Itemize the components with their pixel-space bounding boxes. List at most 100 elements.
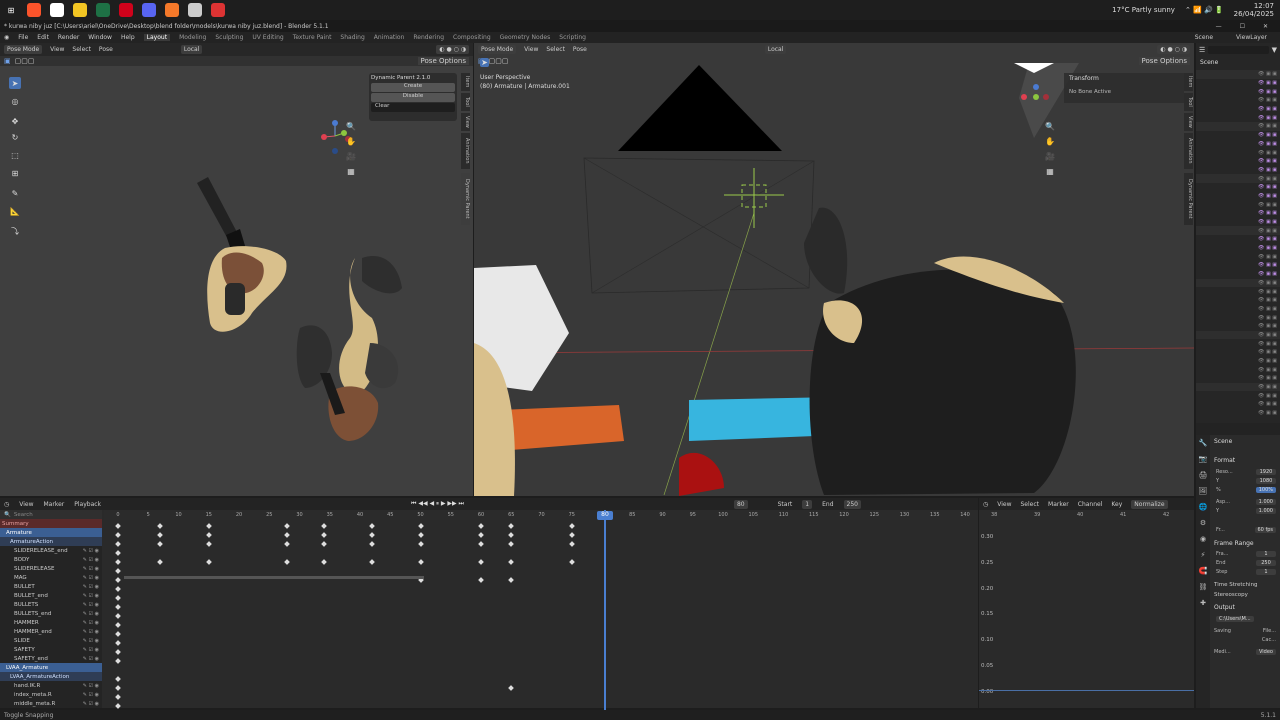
graph-ruler[interactable]: 38 39 40 41 42 <box>979 510 1194 520</box>
right-select-tool-icon[interactable]: ➤ <box>480 58 489 67</box>
channel-row[interactable]: BULLET ✎ ☑ ◉ <box>0 582 102 591</box>
channel-row[interactable]: BODY ✎ ☑ ◉ <box>0 555 102 564</box>
outliner-row[interactable]: 👁 ▣ ▣ <box>1196 226 1280 236</box>
keyframe[interactable] <box>417 559 424 565</box>
channel-row[interactable]: MAG ✎ ☑ ◉ <box>0 573 102 582</box>
outliner-row[interactable]: 👁 ▣ ▣ <box>1196 330 1280 340</box>
right-perspective-grid-icon[interactable]: ▦ <box>1044 165 1056 177</box>
media-select[interactable]: Video <box>1255 648 1276 655</box>
channel-toggle-icons[interactable]: ✎ ☑ ◉ <box>83 593 102 599</box>
keyframe[interactable] <box>115 595 121 601</box>
right-menu-pose[interactable]: Pose <box>573 46 587 53</box>
visibility-icons[interactable]: 👁 ▣ ▣ <box>1258 193 1277 199</box>
keyframe-area[interactable] <box>104 520 978 709</box>
outliner-row[interactable]: 👁 ▣ ▣ <box>1196 382 1280 392</box>
channel-toggle-icons[interactable]: ✎ ☑ ◉ <box>83 548 102 554</box>
workspace-tab-texture-paint[interactable]: Texture Paint <box>293 34 332 41</box>
channel-row[interactable]: SLIDE ✎ ☑ ◉ <box>0 636 102 645</box>
keyframe[interactable] <box>157 559 164 565</box>
visibility-icons[interactable]: 👁 ▣ ▣ <box>1258 132 1277 138</box>
menu-edit[interactable]: Edit <box>37 34 49 41</box>
menu-window[interactable]: Window <box>88 34 112 41</box>
keyframe[interactable] <box>320 559 327 565</box>
visibility-icons[interactable]: 👁 ▣ ▣ <box>1258 341 1277 347</box>
visibility-icons[interactable]: 👁 ▣ ▣ <box>1258 289 1277 295</box>
outliner-row[interactable]: 👁 ▣ ▣ <box>1196 374 1280 383</box>
brave-icon[interactable] <box>27 3 41 17</box>
visibility-icons[interactable]: 👁 ▣ ▣ <box>1258 375 1277 381</box>
close-icon[interactable]: ✕ <box>1263 23 1268 30</box>
keyframe[interactable] <box>205 541 212 547</box>
keyframe[interactable] <box>115 694 121 700</box>
channel-toggle-icons[interactable]: ✎ ☑ ◉ <box>83 629 102 635</box>
keyframe[interactable] <box>157 523 164 529</box>
maximize-icon[interactable]: ☐ <box>1240 23 1245 30</box>
workspace-tab-rendering[interactable]: Rendering <box>413 34 444 41</box>
keyframe[interactable] <box>115 622 121 628</box>
playhead[interactable] <box>604 510 606 710</box>
visibility-icons[interactable]: 👁 ▣ ▣ <box>1258 410 1277 416</box>
outliner-row[interactable]: 👁 ▣ ▣ <box>1196 357 1280 366</box>
visibility-icons[interactable]: 👁 ▣ ▣ <box>1258 401 1277 407</box>
visibility-icons[interactable]: 👁 ▣ ▣ <box>1258 97 1277 103</box>
keyframe[interactable] <box>568 559 575 565</box>
right-mode-select[interactable]: Pose Mode <box>478 45 517 54</box>
keyframe[interactable] <box>508 559 515 565</box>
keyframe[interactable] <box>205 523 212 529</box>
keyframe[interactable] <box>115 559 121 565</box>
keyframe[interactable] <box>115 631 121 637</box>
keyframe[interactable] <box>369 523 375 529</box>
workspace-tab-scripting[interactable]: Scripting <box>559 34 586 41</box>
visibility-icons[interactable]: 👁 ▣ ▣ <box>1258 167 1277 173</box>
visibility-icons[interactable]: 👁 ▣ ▣ <box>1258 89 1277 95</box>
right-zoom-icon[interactable]: 🔍 <box>1044 120 1056 132</box>
channel-row[interactable]: LVAA_Armature <box>0 663 102 672</box>
keyframe[interactable] <box>478 523 484 529</box>
outliner-row[interactable]: 👁 ▣ ▣ <box>1196 192 1280 201</box>
right-nav-gizmo[interactable] <box>1014 83 1054 113</box>
visibility-icons[interactable]: 👁 ▣ ▣ <box>1258 236 1277 242</box>
time-stretching-panel[interactable]: Time Stretching <box>1210 582 1280 588</box>
keyframe[interactable] <box>369 559 375 565</box>
resolution-x-field[interactable]: 1920 <box>1256 468 1276 475</box>
workspace-tab-uv-editing[interactable]: UV Editing <box>252 34 283 41</box>
graph-menu-channel[interactable]: Channel <box>1078 501 1103 508</box>
outliner-row[interactable]: 👁 ▣ ▣ <box>1196 105 1280 114</box>
keyframe[interactable] <box>478 577 484 583</box>
keyframe[interactable] <box>157 541 164 547</box>
visibility-icons[interactable]: 👁 ▣ ▣ <box>1258 176 1277 182</box>
keyframe[interactable] <box>417 541 424 547</box>
keyframe[interactable] <box>478 559 484 565</box>
visibility-icons[interactable]: 👁 ▣ ▣ <box>1258 150 1277 156</box>
dope-menu-playback[interactable]: Playback <box>74 501 101 508</box>
visibility-icons[interactable]: 👁 ▣ ▣ <box>1258 349 1277 355</box>
graph-menu-select[interactable]: Select <box>1021 501 1040 508</box>
channel-row[interactable]: BULLETS_end ✎ ☑ ◉ <box>0 609 102 618</box>
keyframe[interactable] <box>115 676 121 682</box>
channel-row[interactable]: ArmatureAction <box>0 537 102 546</box>
outliner-row[interactable]: 👁 ▣ ▣ <box>1196 218 1280 227</box>
keyframe[interactable] <box>369 532 375 538</box>
workspace-tab-geometry-nodes[interactable]: Geometry Nodes <box>500 34 551 41</box>
outliner-row[interactable]: 👁 ▣ ▣ <box>1196 270 1280 279</box>
outliner-row[interactable]: 👁 ▣ ▣ <box>1196 157 1280 166</box>
dope-menu-marker[interactable]: Marker <box>44 501 65 508</box>
left-viewport[interactable]: Pose Mode View Select Pose Local ◐ ● ○ ◑… <box>0 43 473 496</box>
keyframe[interactable] <box>320 523 327 529</box>
blender-icon[interactable] <box>165 3 179 17</box>
resolution-pct-field[interactable]: 100% <box>1255 486 1276 493</box>
visibility-icons[interactable]: 👁 ▣ ▣ <box>1258 71 1277 77</box>
playback-controls[interactable]: ⏮ ◀◀ ◀ ⏸ ▶ ▶▶ ⏭ <box>411 500 464 508</box>
frame-end-field[interactable]: 250 <box>1256 559 1276 566</box>
channel-toggle-icons[interactable]: ✎ ☑ ◉ <box>83 620 102 626</box>
weather-text[interactable]: 17°C Partly sunny <box>1112 6 1175 14</box>
outliner-row[interactable]: 👁 ▣ ▣ <box>1196 400 1280 409</box>
keyframe[interactable] <box>568 523 575 529</box>
workspace-tab-shading[interactable]: Shading <box>340 34 364 41</box>
aspect-x-field[interactable]: 1.000 <box>1255 498 1276 505</box>
right-tab-animation[interactable]: Animation <box>1184 133 1193 169</box>
excel-icon[interactable] <box>96 3 110 17</box>
channel-toggle-icons[interactable]: ✎ ☑ ◉ <box>83 611 102 617</box>
channel-search[interactable]: 🔍 Search <box>0 510 102 519</box>
channel-row[interactable]: HAMMER ✎ ☑ ◉ <box>0 618 102 627</box>
